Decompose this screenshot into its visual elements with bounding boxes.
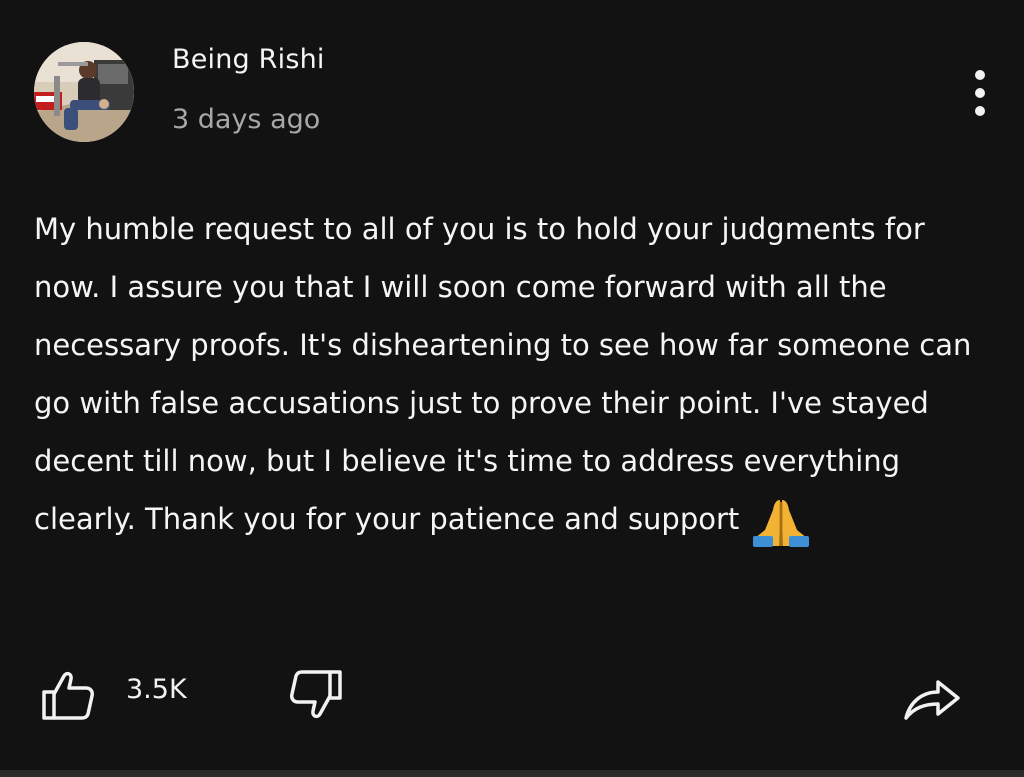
more-options-button[interactable] — [960, 66, 1000, 120]
thumbs-up-icon — [42, 671, 94, 720]
action-bar: 3.5K — [0, 660, 1024, 730]
share-button[interactable] — [900, 666, 964, 726]
community-post: Being Rishi 3 days ago My humble request… — [0, 0, 1024, 777]
folded-hands-emoji — [751, 494, 811, 548]
like-count: 3.5K — [126, 674, 187, 705]
avatar-image — [34, 42, 134, 142]
post-text: My humble request to all of you is to ho… — [34, 212, 972, 536]
more-vertical-icon — [975, 70, 985, 80]
author-name[interactable]: Being Rishi — [172, 44, 325, 75]
dislike-button[interactable] — [288, 664, 348, 724]
share-arrow-icon — [904, 680, 960, 720]
post-timestamp: 3 days ago — [172, 104, 321, 135]
like-button[interactable] — [36, 664, 96, 724]
post-body: My humble request to all of you is to ho… — [34, 200, 984, 548]
bottom-divider — [0, 770, 1024, 777]
thumbs-down-icon — [290, 670, 342, 719]
avatar[interactable] — [34, 42, 134, 142]
